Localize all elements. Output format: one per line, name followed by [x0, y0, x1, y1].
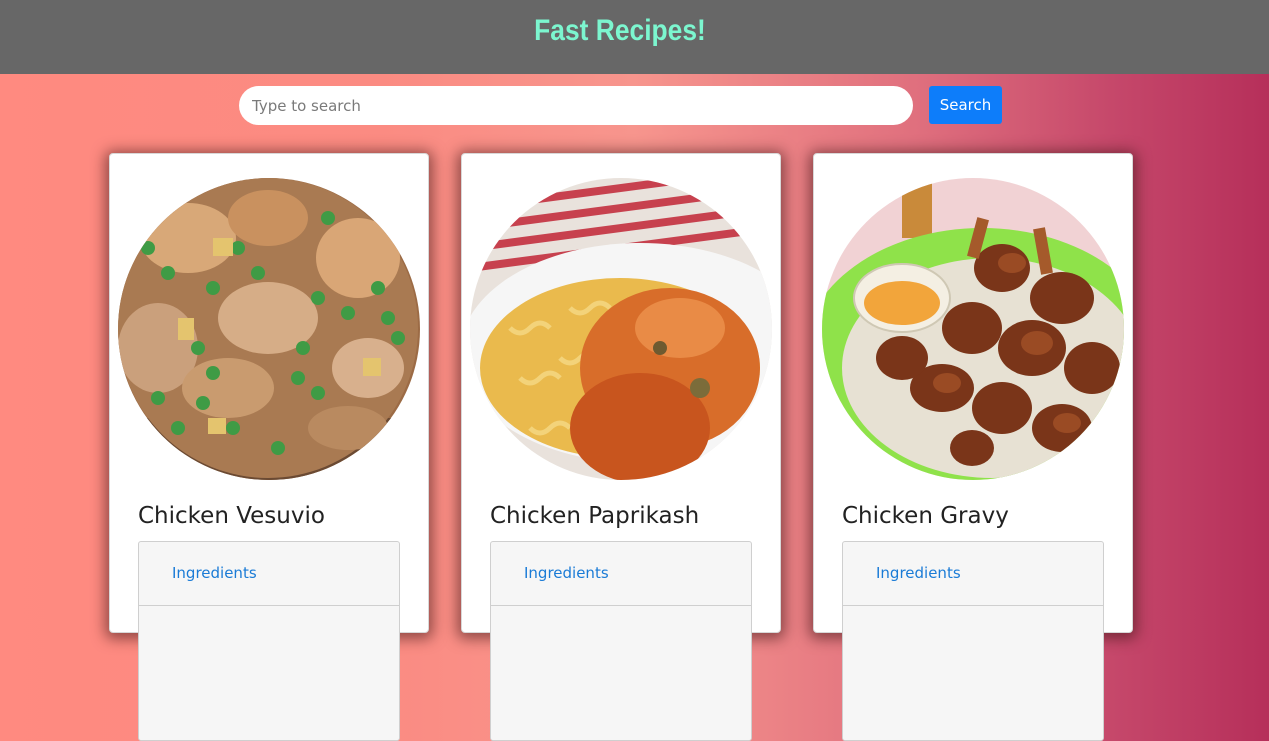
- recipe-card: Chicken Gravy Ingredients: [813, 153, 1133, 741]
- recipe-title: Chicken Paprikash: [490, 503, 700, 529]
- app-title: Fast Recipes!: [534, 14, 706, 47]
- recipe-accordion: Ingredients: [138, 541, 400, 741]
- recipe-accordion: Ingredients: [490, 541, 752, 741]
- recipe-image[interactable]: [118, 178, 420, 480]
- search-button[interactable]: Search: [929, 86, 1002, 124]
- recipe-card: Chicken Paprikash Ingredients: [461, 153, 781, 741]
- app-header: Fast Recipes!: [0, 0, 1269, 74]
- accordion-divider: [139, 605, 399, 606]
- ingredients-link[interactable]: Ingredients: [524, 564, 609, 582]
- recipe-image[interactable]: [470, 178, 772, 480]
- recipe-title: Chicken Gravy: [842, 503, 1009, 529]
- recipe-accordion: Ingredients: [842, 541, 1104, 741]
- recipe-image[interactable]: [822, 178, 1124, 480]
- ingredients-link[interactable]: Ingredients: [172, 564, 257, 582]
- recipe-title: Chicken Vesuvio: [138, 503, 325, 529]
- accordion-divider: [491, 605, 751, 606]
- search-input[interactable]: [239, 86, 913, 125]
- accordion-divider: [843, 605, 1103, 606]
- recipe-card: Chicken Vesuvio Ingredients: [109, 153, 429, 741]
- ingredients-link[interactable]: Ingredients: [876, 564, 961, 582]
